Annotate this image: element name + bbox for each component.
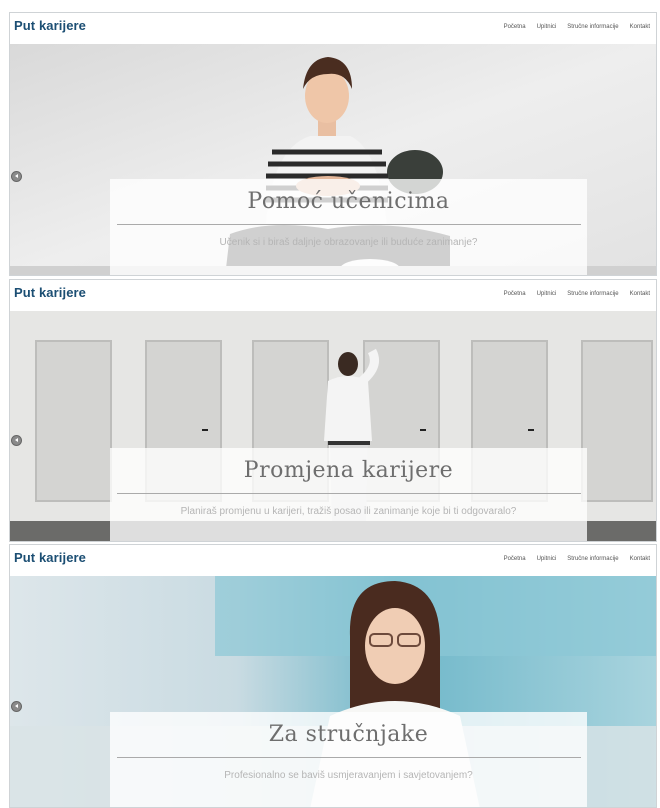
nav-item-upitnici[interactable]: Upitnici (537, 24, 557, 30)
nav-item-kontakt[interactable]: Kontakt (630, 291, 650, 297)
slide-title: Promjena karijere (243, 458, 454, 483)
nav-menu: Početna Upitnici Stručne informacije Kon… (504, 24, 650, 30)
nav-item-kontakt[interactable]: Kontakt (630, 24, 650, 30)
navbar: Put karijere Početna Upitnici Stručne in… (10, 545, 656, 576)
nav-item-upitnici[interactable]: Upitnici (537, 556, 557, 562)
navbar: Put karijere Početna Upitnici Stručne in… (10, 280, 656, 311)
nav-item-strucne-informacije[interactable]: Stručne informacije (567, 24, 618, 30)
nav-item-pocetna[interactable]: Početna (504, 24, 526, 30)
navbar: Put karijere Početna Upitnici Stručne in… (10, 13, 656, 44)
nav-item-pocetna[interactable]: Početna (504, 291, 526, 297)
prev-slide-button[interactable] (11, 171, 22, 182)
prev-slide-button[interactable] (11, 435, 22, 446)
brand-logo[interactable]: Put karijere (14, 550, 86, 565)
slide-caption: Za stručnjake Profesionalno se baviš usm… (110, 712, 587, 807)
nav-item-upitnici[interactable]: Upitnici (537, 291, 557, 297)
slide-subtitle: Planiraš promjenu u karijeri, tražiš pos… (180, 506, 517, 517)
nav-item-pocetna[interactable]: Početna (504, 556, 526, 562)
slide-panel-2: Put karijere Početna Upitnici Stručne in… (9, 279, 657, 542)
nav-menu: Početna Upitnici Stručne informacije Kon… (504, 556, 650, 562)
nav-item-kontakt[interactable]: Kontakt (630, 556, 650, 562)
nav-menu: Početna Upitnici Stručne informacije Kon… (504, 291, 650, 297)
nav-item-strucne-informacije[interactable]: Stručne informacije (567, 556, 618, 562)
prev-slide-button[interactable] (11, 701, 22, 712)
slide-subtitle: Učenik si i biraš daljnje obrazovanje il… (219, 237, 478, 248)
slide-panel-3: Put karijere Početna Upitnici Stručne in… (9, 544, 657, 808)
slide-title: Pomoć učenicima (247, 189, 450, 214)
slide-panel-1: Put karijere Početna Upitnici Stručne in… (9, 12, 657, 276)
slide-caption: Promjena karijere Planiraš promjenu u ka… (110, 448, 587, 541)
slide-caption: Pomoć učenicima Učenik si i biraš daljnj… (110, 179, 587, 275)
caption-divider (116, 224, 581, 225)
caption-divider (116, 757, 581, 758)
slide-title: Za stručnjake (268, 722, 429, 747)
nav-item-strucne-informacije[interactable]: Stručne informacije (567, 291, 618, 297)
caption-divider (116, 493, 581, 494)
brand-logo[interactable]: Put karijere (14, 285, 86, 300)
brand-logo[interactable]: Put karijere (14, 18, 86, 33)
slide-subtitle: Profesionalno se baviš usmjeravanjem i s… (224, 770, 473, 781)
